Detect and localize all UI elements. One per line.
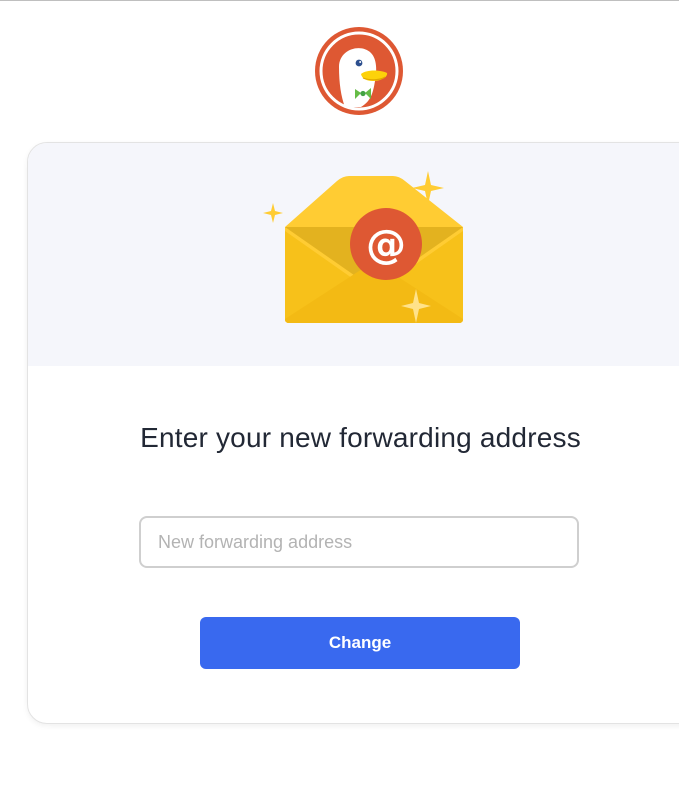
duckduckgo-logo	[315, 27, 403, 115]
hero-illustration-panel: @	[28, 143, 679, 366]
top-divider	[0, 0, 679, 1]
at-symbol: @	[366, 222, 406, 268]
forwarding-address-input[interactable]	[139, 516, 579, 568]
change-button[interactable]: Change	[200, 617, 520, 669]
envelope-at-icon: @	[263, 171, 463, 323]
forwarding-card: @ Enter your new forwarding address Chan…	[27, 142, 679, 724]
page-title: Enter your new forwarding address	[140, 422, 581, 453]
